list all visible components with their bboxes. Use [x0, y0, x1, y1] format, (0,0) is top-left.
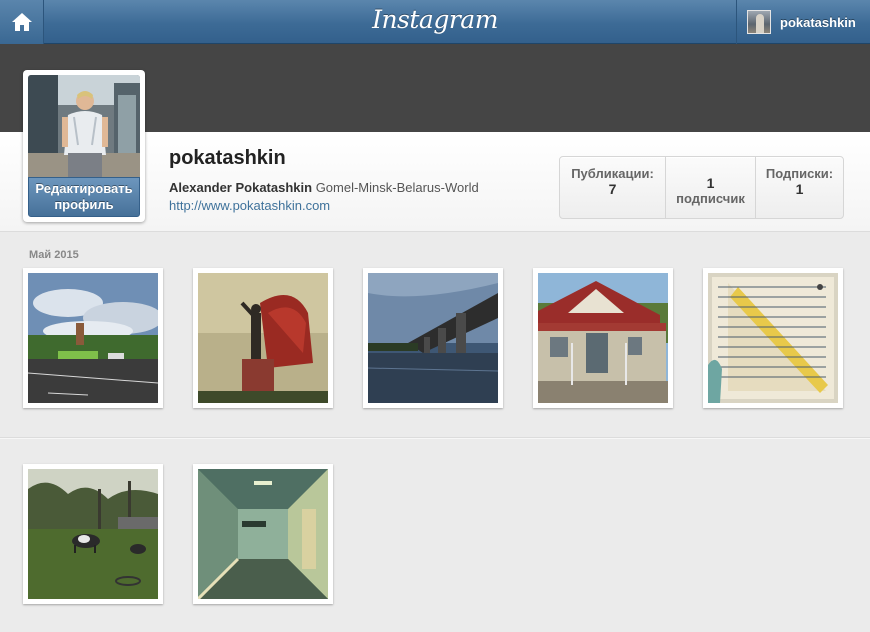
- posts-count: 7: [608, 181, 617, 197]
- profile-full-name: Alexander Pokatashkin: [169, 180, 313, 195]
- photo-thumbnail[interactable]: [363, 268, 503, 408]
- posts-label: Публикации:: [571, 166, 654, 181]
- photo-row: [23, 268, 843, 408]
- photo-thumbnail[interactable]: [193, 464, 333, 604]
- profile-username: pokatashkin: [169, 147, 286, 169]
- top-bar: Instagram pokatashkin: [0, 0, 870, 44]
- following-label: Подписки:: [765, 166, 834, 181]
- followers-label: подписчик: [676, 191, 745, 206]
- photo-thumbnail[interactable]: [23, 268, 163, 408]
- followers-count: 1: [706, 175, 715, 191]
- profile-avatar: [28, 75, 140, 177]
- edit-profile-label-line2: профиль: [54, 197, 114, 212]
- profile-bio: Alexander Pokatashkin Gomel-Minsk-Belaru…: [169, 180, 479, 195]
- posts-stat[interactable]: Публикации: 7: [560, 157, 666, 218]
- following-count: 1: [795, 181, 804, 197]
- header-username: pokatashkin: [780, 14, 856, 30]
- profile-bio-text: Gomel-Minsk-Belarus-World: [315, 180, 479, 195]
- edit-profile-button[interactable]: Редактировать профиль: [28, 177, 140, 217]
- photo-thumbnail[interactable]: [533, 268, 673, 408]
- profile-stats: Публикации: 7 1 подписчик Подписки: 1: [559, 156, 844, 219]
- user-menu[interactable]: pokatashkin: [736, 0, 870, 44]
- following-stat[interactable]: Подписки: 1: [756, 157, 843, 218]
- profile-website-link[interactable]: http://www.pokatashkin.com: [169, 198, 330, 213]
- photo-thumbnail[interactable]: [23, 464, 163, 604]
- user-avatar-small: [747, 10, 771, 34]
- feed-divider: [0, 437, 870, 438]
- month-label: Май 2015: [29, 249, 79, 261]
- photo-thumbnail[interactable]: [703, 268, 843, 408]
- photo-row: [23, 464, 333, 604]
- edit-profile-label-line1: Редактировать: [35, 181, 133, 196]
- followers-stat[interactable]: 1 подписчик: [666, 157, 756, 218]
- profile-avatar-card: Редактировать профиль: [23, 70, 145, 222]
- photo-thumbnail[interactable]: [193, 268, 333, 408]
